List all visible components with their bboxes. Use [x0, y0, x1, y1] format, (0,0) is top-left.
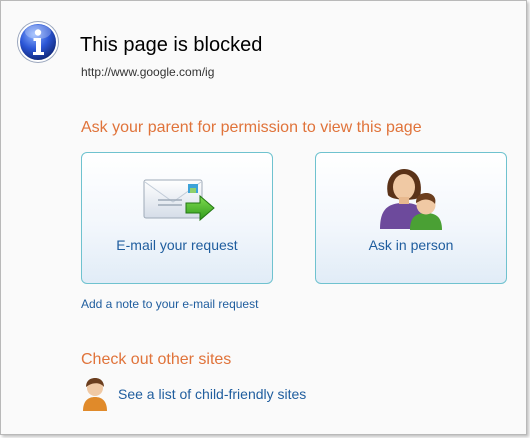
ask-in-person-button[interactable]: Ask in person [315, 152, 507, 284]
permission-heading: Ask your parent for permission to view t… [81, 119, 422, 136]
page-title: This page is blocked [80, 34, 263, 56]
other-sites-heading: Check out other sites [81, 351, 232, 368]
email-request-button[interactable]: E-mail your request [81, 152, 273, 284]
ask-in-person-label: Ask in person [368, 237, 454, 253]
parent-child-icon [380, 169, 442, 230]
blocked-page-frame: This page is blocked http://www.google.c… [0, 0, 527, 435]
email-arrow-icon [143, 179, 215, 222]
add-note-link[interactable]: Add a note to your e-mail request [81, 297, 258, 311]
child-icon [83, 378, 107, 411]
child-friendly-sites-link[interactable]: See a list of child-friendly sites [118, 386, 306, 402]
info-icon [17, 21, 59, 63]
blocked-url: http://www.google.com/ig [81, 65, 215, 79]
email-request-label: E-mail your request [116, 237, 238, 253]
